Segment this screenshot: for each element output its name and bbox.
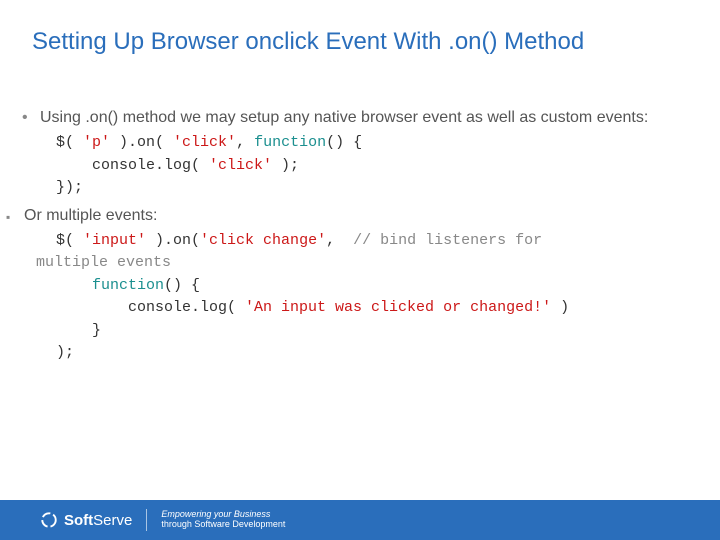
bullet-1-text: Using .on() method we may setup any nati… (40, 109, 648, 126)
tagline-line-2: through Software Development (161, 520, 285, 530)
footer-bar: SoftServe Empowering your Business throu… (0, 500, 720, 540)
code-text (56, 277, 92, 294)
code-block-2: $( 'input' ).on('click change', // bind … (36, 230, 684, 365)
code-text: ).on( (110, 134, 173, 151)
slide-body: • Using .on() method we may setup any na… (0, 56, 720, 365)
code-text: , (326, 232, 353, 249)
code-keyword: function (254, 134, 326, 151)
bullet-marker: ▪ (6, 208, 10, 226)
code-text: ); (272, 157, 299, 174)
brand-name: SoftServe (64, 512, 132, 529)
footer-tagline: Empowering your Business through Softwar… (161, 510, 285, 530)
code-text: () { (326, 134, 362, 151)
brand-part-2: Serve (93, 512, 132, 529)
code-string: 'click change' (200, 232, 326, 249)
code-text: , (236, 134, 254, 151)
code-string: 'click' (173, 134, 236, 151)
code-comment: multiple events (36, 254, 171, 271)
code-text: ) (551, 299, 569, 316)
code-string: 'click' (209, 157, 272, 174)
code-comment: // bind listeners for (353, 232, 542, 249)
slide-title: Setting Up Browser onclick Event With .o… (0, 0, 720, 56)
code-text: } (56, 322, 101, 339)
code-text: console.log( (56, 157, 209, 174)
bullet-1: • Using .on() method we may setup any na… (36, 106, 684, 130)
code-text: ).on( (146, 232, 200, 249)
code-string: 'An input was clicked or changed!' (245, 299, 551, 316)
code-text: $( (56, 232, 83, 249)
code-text: ); (56, 344, 74, 361)
code-keyword: function (92, 277, 164, 294)
code-text: }); (56, 179, 83, 196)
softserve-icon (40, 511, 58, 529)
brand-logo: SoftServe (40, 511, 132, 529)
bullet-2: ▪ Or multiple events: (20, 204, 684, 228)
code-text: $( (56, 134, 83, 151)
bullet-2-text: Or multiple events: (24, 207, 157, 224)
brand-part-1: Soft (64, 512, 93, 529)
bullet-marker: • (22, 106, 28, 130)
code-text: () { (164, 277, 200, 294)
code-string: 'p' (83, 134, 110, 151)
code-block-1: $( 'p' ).on( 'click', function() { conso… (36, 132, 684, 200)
footer-divider (146, 509, 147, 531)
code-string: 'input' (83, 232, 146, 249)
code-text: console.log( (56, 299, 245, 316)
